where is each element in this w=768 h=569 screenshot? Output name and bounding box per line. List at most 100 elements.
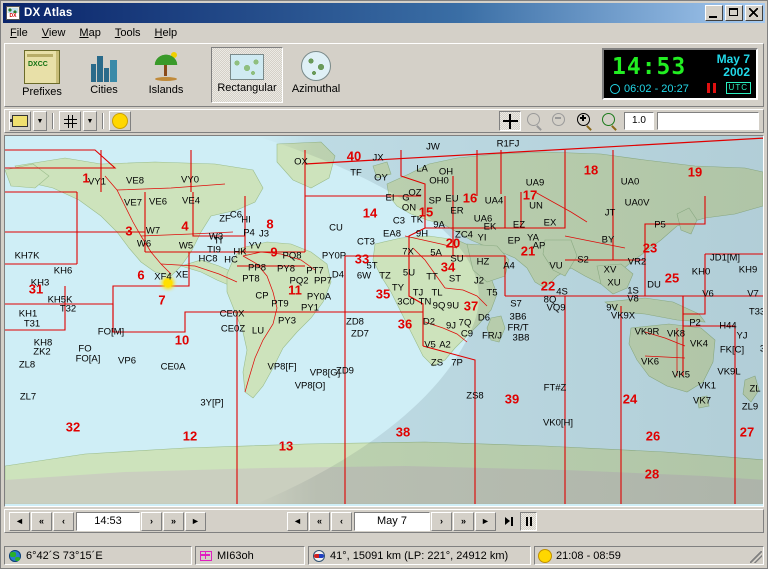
prefix-label: CE0Z xyxy=(221,325,245,334)
zoom-fit-button[interactable] xyxy=(599,111,621,131)
cq-zone-label: 6 xyxy=(137,269,144,282)
time-value-field[interactable]: 14:53 xyxy=(76,512,140,531)
cq-zone-label: 31 xyxy=(29,283,43,296)
prefix-label: W6 xyxy=(137,240,151,249)
zoom-level-field[interactable]: 1.0 xyxy=(624,112,654,130)
prefix-label: 5A xyxy=(430,249,442,258)
date-first-button[interactable]: ◄ xyxy=(287,512,308,531)
prefix-label: ON xyxy=(402,204,416,213)
toolbar-button-prefixes[interactable]: Prefixes xyxy=(11,47,73,103)
zoom-select-button[interactable] xyxy=(524,111,546,131)
time-navigation-bar: ◄ « ‹ 14:53 › » ► ◄ « ‹ May 7 › » ► xyxy=(4,509,764,533)
prefix-label: P2 xyxy=(689,319,701,328)
sun-tool-button[interactable] xyxy=(109,111,131,131)
label-tool-button[interactable] xyxy=(9,111,31,131)
date-value-field[interactable]: May 7 xyxy=(354,512,430,531)
cq-zone-label: 12 xyxy=(183,430,197,443)
prefix-label: JD1[M] xyxy=(710,254,740,263)
menu-file[interactable]: File xyxy=(3,25,35,41)
pause-icon[interactable] xyxy=(707,83,716,93)
prefix-label: V7 xyxy=(747,290,759,299)
palm-tree-icon xyxy=(149,50,183,82)
prefix-label: 3B8 xyxy=(513,334,530,343)
prefix-label: J2 xyxy=(474,277,484,286)
zoom-slider[interactable] xyxy=(657,112,759,130)
prefix-label: JT xyxy=(605,209,616,218)
prefix-label: HI xyxy=(241,216,251,225)
date-next-button[interactable]: › xyxy=(431,512,452,531)
date-last-button[interactable]: ► xyxy=(475,512,496,531)
menu-bar: File View Map Tools Help xyxy=(3,24,765,42)
prefix-label: HZ xyxy=(477,258,490,267)
pan-tool-button[interactable] xyxy=(499,111,521,131)
toolbar-label-rectangular: Rectangular xyxy=(217,82,276,94)
prefix-label: H44 xyxy=(719,322,736,331)
prefix-label: ZS8 xyxy=(466,392,483,401)
cq-zone-label: 22 xyxy=(541,280,555,293)
prefix-label: VE8 xyxy=(126,177,144,186)
step-play-button[interactable] xyxy=(500,512,517,531)
prefix-label: V5 xyxy=(424,341,436,350)
prefix-label: CT3 xyxy=(357,238,375,247)
zoom-in-button[interactable] xyxy=(574,111,596,131)
prefix-label: FT#Z xyxy=(544,384,567,393)
animation-pause-button[interactable] xyxy=(520,512,537,531)
prefix-label: VY1 xyxy=(88,178,106,187)
toolbar-button-islands[interactable]: Islands xyxy=(135,47,197,103)
date-prev-fast-button[interactable]: « xyxy=(309,512,330,531)
main-toolbar: Prefixes Cities Islands Rectangular Azim… xyxy=(4,43,764,107)
minimize-button[interactable] xyxy=(705,5,723,21)
grid-tool-dropdown[interactable]: ▼ xyxy=(83,111,97,131)
map-canvas[interactable]: VY1VE8VY0VE7VE6VE4W7W6W5W3XEXF4OXJXTFOYJ… xyxy=(4,135,764,507)
prefix-label: CE0A xyxy=(161,363,186,372)
toolbar-button-cities[interactable]: Cities xyxy=(73,47,135,103)
cq-zone-label: 40 xyxy=(347,150,361,163)
toolbar-label-islands: Islands xyxy=(149,84,184,96)
prefix-label: EP xyxy=(508,237,521,246)
prefix-label: YI xyxy=(478,234,487,243)
toolbar-button-azimuthal[interactable]: Azimuthal xyxy=(283,47,349,103)
pan-move-icon xyxy=(503,114,518,129)
prefix-label: 3D xyxy=(760,345,764,354)
grid-square-text: MI63oh xyxy=(217,550,254,562)
prefix-label: HC8 xyxy=(198,255,217,264)
timezone-badge[interactable]: UTC xyxy=(726,82,751,94)
prefix-label: P5 xyxy=(654,221,666,230)
time-next-fast-button[interactable]: » xyxy=(163,512,184,531)
time-prev-button[interactable]: ‹ xyxy=(53,512,74,531)
cq-zone-label: 13 xyxy=(279,440,293,453)
grid-square-icon xyxy=(200,551,212,561)
prefix-label: ZD8 xyxy=(346,318,364,327)
cq-zone-label: 32 xyxy=(66,421,80,434)
toolbar-button-rectangular[interactable]: Rectangular xyxy=(211,47,283,103)
prefix-label: PP7 xyxy=(314,277,332,286)
menu-map[interactable]: Map xyxy=(72,25,107,41)
menu-view[interactable]: View xyxy=(35,25,73,41)
menu-tools[interactable]: Tools xyxy=(108,25,148,41)
prefix-label: PY0A xyxy=(307,293,331,302)
resize-grip[interactable] xyxy=(750,551,762,563)
clock-panel[interactable]: 14:53 May 7 2002 06:02 - 20:27 UTC xyxy=(602,48,758,100)
bearing-text: 41°, 15091 km (LP: 221°, 24912 km) xyxy=(330,550,508,562)
menu-help[interactable]: Help xyxy=(148,25,185,41)
time-prev-fast-button[interactable]: « xyxy=(31,512,52,531)
prefix-label: EU xyxy=(445,195,458,204)
grid-tool-button[interactable] xyxy=(59,111,81,131)
date-prev-button[interactable]: ‹ xyxy=(331,512,352,531)
maximize-button[interactable] xyxy=(725,5,743,21)
time-last-button[interactable]: ► xyxy=(185,512,206,531)
time-next-button[interactable]: › xyxy=(141,512,162,531)
prefix-label: D6 xyxy=(478,314,490,323)
label-tool-dropdown[interactable]: ▼ xyxy=(33,111,47,131)
date-next-fast-button[interactable]: » xyxy=(453,512,474,531)
prefix-label: CP xyxy=(255,292,268,301)
prefix-label: G xyxy=(402,194,409,203)
close-button[interactable] xyxy=(745,5,763,21)
time-first-button[interactable]: ◄ xyxy=(9,512,30,531)
prefix-label: YV xyxy=(249,242,262,251)
prefix-label: VP6 xyxy=(118,357,136,366)
prefix-label: VK7 xyxy=(693,397,711,406)
zoom-out-button[interactable] xyxy=(549,111,571,131)
cq-zone-label: 14 xyxy=(363,207,377,220)
prefix-label: 9U xyxy=(447,302,459,311)
